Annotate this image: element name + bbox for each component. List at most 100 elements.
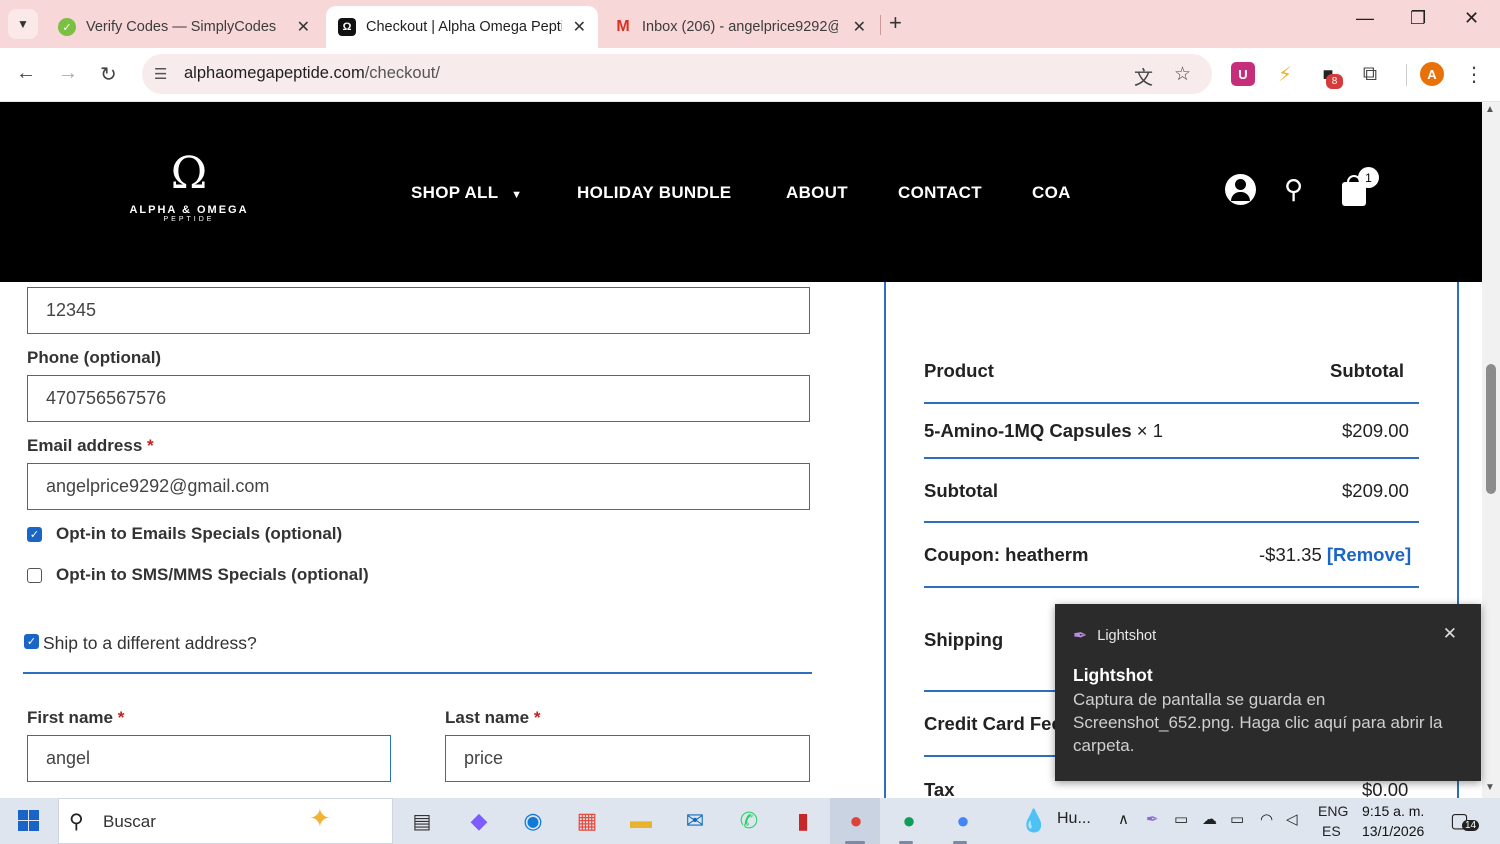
taskbar-search[interactable]: ⚲ Buscar ✦ <box>58 798 393 844</box>
edge-icon[interactable]: ◉ <box>517 806 549 836</box>
col-product: Product <box>924 360 994 381</box>
coupon-remove-link[interactable]: [Remove] <box>1327 544 1411 565</box>
email-label: Email address * <box>27 436 154 456</box>
optin-sms-label[interactable]: Opt-in to SMS/MMS Specials (optional) <box>56 565 369 585</box>
col-subtotal: Subtotal <box>1330 360 1404 381</box>
cart-count-badge: 1 <box>1358 167 1379 188</box>
copilot-icon[interactable]: ◆ <box>463 806 495 836</box>
reload-icon[interactable]: ↻ <box>100 62 117 87</box>
nav-about[interactable]: ABOUT <box>786 183 848 203</box>
shipping-label: Shipping <box>924 629 1004 650</box>
close-icon[interactable]: ✕ <box>573 17 586 37</box>
site-settings-icon[interactable]: ☰ <box>154 65 167 83</box>
search-icon[interactable]: ⚲ <box>1284 174 1303 205</box>
zip-field[interactable]: 12345 <box>27 287 810 334</box>
nav-shop-all[interactable]: SHOP ALL ▼ <box>411 183 522 203</box>
close-icon[interactable]: ✕ <box>297 17 310 37</box>
chrome-icon-a[interactable]: ● <box>840 806 872 836</box>
lightshot-tray-icon[interactable]: ✒ <box>1146 810 1159 828</box>
onedrive-icon[interactable]: ☁ <box>1202 810 1217 828</box>
summary-divider <box>924 457 1419 459</box>
summary-divider <box>924 402 1419 404</box>
tab-search-button[interactable]: ▼ <box>8 9 38 39</box>
close-icon[interactable]: ✕ <box>853 17 866 37</box>
optin-sms-checkbox[interactable] <box>27 568 42 583</box>
forward-arrow-icon[interactable]: → <box>58 62 78 85</box>
site-logo[interactable]: Ω ALPHA & OMEGA PEPTIDE <box>128 144 250 244</box>
required-mark: * <box>533 708 541 727</box>
item-name: 5-Amino-1MQ Capsules <box>924 420 1132 441</box>
close-window-button[interactable]: ✕ <box>1464 8 1479 29</box>
app-icon[interactable]: ▮ <box>787 806 819 836</box>
address-bar[interactable]: ☰ alphaomegapeptide.com/checkout/ 文 ☆ <box>142 54 1212 94</box>
summary-divider <box>924 586 1419 588</box>
puzzle-icon[interactable]: ⧉ <box>1358 62 1382 86</box>
search-icon: ⚲ <box>69 811 84 833</box>
tab-separator <box>880 15 881 35</box>
back-arrow-icon[interactable]: ← <box>16 62 36 85</box>
clock[interactable]: 9:15 a. m. 13/1/2026 <box>1362 801 1424 841</box>
account-icon[interactable] <box>1225 174 1256 205</box>
logo-name: ALPHA & OMEGA <box>129 204 249 216</box>
tab-gmail[interactable]: M Inbox (206) - angelprice9292@gmail.com… <box>602 6 878 48</box>
scroll-down-icon[interactable]: ▼ <box>1485 782 1495 793</box>
scroll-thumb[interactable] <box>1486 364 1496 494</box>
optin-email-label[interactable]: Opt-in to Emails Specials (optional) <box>56 524 342 544</box>
weather-drop-icon[interactable]: 💧 <box>1016 806 1052 836</box>
email-field[interactable]: angelprice9292@gmail.com <box>27 463 810 510</box>
ship-different-label[interactable]: Ship to a different address? <box>43 633 257 654</box>
url-text[interactable]: alphaomegapeptide.com/checkout/ <box>184 64 440 83</box>
honey-extension-icon[interactable]: ⚡ <box>1273 62 1297 86</box>
tray-chevron-icon[interactable]: ∧ <box>1118 810 1129 828</box>
minimize-button[interactable]: — <box>1356 8 1374 29</box>
last-name-field[interactable]: price <box>445 735 810 782</box>
nav-contact[interactable]: CONTACT <box>898 183 982 203</box>
restore-button[interactable]: ❐ <box>1410 8 1426 29</box>
subtotal-label: Subtotal <box>924 480 998 501</box>
chrome-icon-m[interactable]: ● <box>893 806 925 836</box>
first-name-field[interactable]: angel <box>27 735 391 782</box>
ship-different-checkbox[interactable]: ✓ <box>24 634 39 649</box>
profile-avatar[interactable]: A <box>1420 62 1444 86</box>
language-indicator[interactable]: ENG ES <box>1318 801 1348 841</box>
tab-title: Verify Codes — SimplyCodes <box>86 19 277 35</box>
weather-label[interactable]: Hu... <box>1057 810 1091 828</box>
caret-down-icon: ▼ <box>511 189 523 201</box>
clock-date: 13/1/2026 <box>1362 823 1425 839</box>
tab-checkout[interactable]: Ω Checkout | Alpha Omega Peptide ✕ <box>326 6 598 48</box>
volume-icon[interactable]: ◁ <box>1286 810 1298 828</box>
windows-start-icon[interactable] <box>18 810 39 831</box>
task-view-icon[interactable]: ▤ <box>406 806 438 836</box>
taskbar: ⚲ Buscar ✦ ▤ ◆ ◉ ▦ ▬ ✉ ✆ ▮ ● ● ● 💧 Hu...… <box>0 798 1500 844</box>
battery-icon[interactable]: ▭ <box>1230 810 1244 828</box>
whatsapp-icon[interactable]: ✆ <box>733 806 765 836</box>
optin-email-checkbox[interactable]: ✓ <box>27 527 42 542</box>
star-icon[interactable]: ☆ <box>1174 63 1191 86</box>
file-explorer-icon[interactable]: ▬ <box>625 806 657 836</box>
wifi-icon[interactable]: ◠ <box>1260 810 1273 828</box>
check-icon: ✓ <box>29 529 40 541</box>
coupon-value: -$31.35 <box>1259 544 1322 565</box>
outlook-icon[interactable]: ✉ <box>679 806 711 836</box>
store-icon[interactable]: ▦ <box>571 806 603 836</box>
translate-icon[interactable]: 文 <box>1134 63 1153 90</box>
lang-bottom: ES <box>1322 823 1341 839</box>
meet-icon[interactable]: ▭ <box>1174 810 1188 828</box>
kebab-menu-icon[interactable]: ⋮ <box>1462 62 1486 86</box>
required-mark: * <box>117 708 125 727</box>
summary-divider <box>924 521 1419 523</box>
toast-body[interactable]: Captura de pantalla se guarda en Screens… <box>1073 688 1463 757</box>
phone-field[interactable]: 470756567576 <box>27 375 810 422</box>
chrome-icon-n[interactable]: ● <box>947 806 979 836</box>
cc-fee-label: Credit Card Fee <box>924 713 1062 734</box>
ublock-icon[interactable]: U <box>1231 62 1255 86</box>
nav-coa[interactable]: COA <box>1032 183 1071 203</box>
close-icon[interactable]: ✕ <box>1443 624 1457 644</box>
extension-badge: 8 <box>1326 74 1343 89</box>
new-tab-button[interactable]: + <box>889 10 902 36</box>
scroll-up-icon[interactable]: ▲ <box>1485 104 1495 115</box>
tab-simplycodes[interactable]: ✓ Verify Codes — SimplyCodes ✕ <box>46 6 322 48</box>
email-label-text: Email address <box>27 436 143 455</box>
nav-holiday-bundle[interactable]: HOLIDAY BUNDLE <box>577 183 731 203</box>
lightshot-notification[interactable]: ✒ Lightshot ✕ Lightshot Captura de pantal… <box>1055 604 1481 781</box>
